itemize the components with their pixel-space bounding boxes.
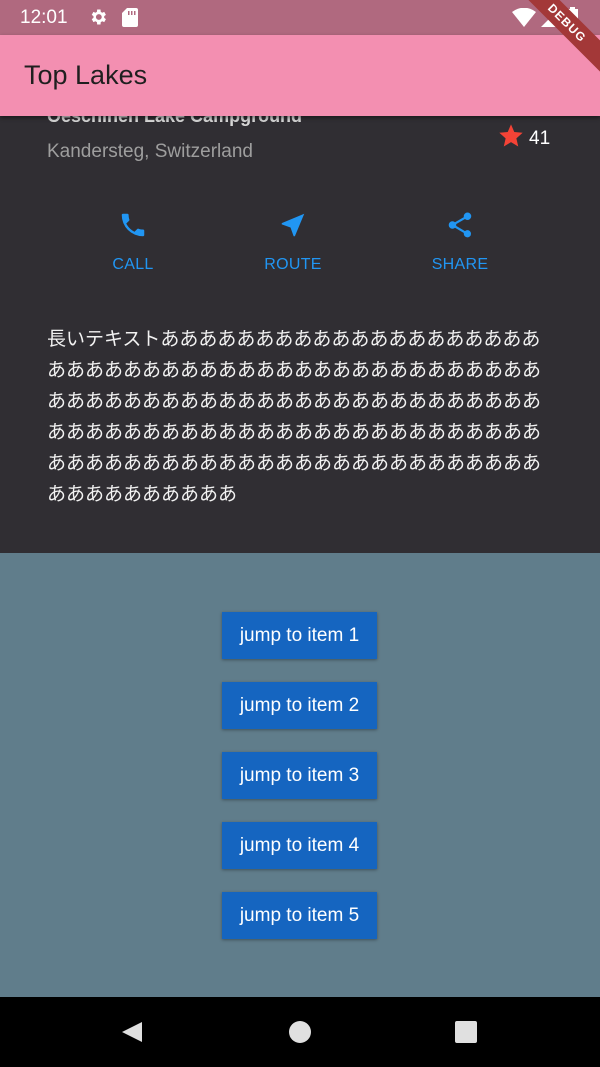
rating-count: 41 bbox=[529, 127, 551, 149]
place-location: Kandersteg, Switzerland bbox=[47, 141, 253, 162]
status-bar: 12:01 bbox=[0, 0, 600, 35]
route-label: ROUTE bbox=[264, 256, 322, 273]
navigation-bar bbox=[0, 997, 600, 1067]
phone-icon bbox=[73, 210, 193, 244]
status-time: 12:01 bbox=[20, 7, 68, 28]
share-button[interactable]: SHARE bbox=[400, 210, 520, 274]
recents-icon[interactable] bbox=[454, 1020, 478, 1049]
app-bar: Top Lakes bbox=[0, 35, 600, 116]
jump-button-panel: jump to item 1 jump to item 2 jump to it… bbox=[0, 553, 600, 997]
place-details: Oeschinen Lake Campground Kandersteg, Sw… bbox=[0, 116, 600, 553]
sd-card-icon bbox=[122, 8, 138, 33]
star-icon bbox=[497, 122, 525, 155]
navigation-icon bbox=[233, 210, 353, 244]
jump-to-item-4-button[interactable]: jump to item 4 bbox=[222, 822, 377, 869]
description-text: 長いテキストああああああああああああああああああああああああああああああああああ… bbox=[47, 328, 542, 505]
share-icon bbox=[400, 210, 520, 244]
route-button[interactable]: ROUTE bbox=[233, 210, 353, 274]
jump-to-item-1-button[interactable]: jump to item 1 bbox=[222, 612, 377, 659]
page-title: Top Lakes bbox=[24, 60, 148, 90]
jump-to-item-2-button[interactable]: jump to item 2 bbox=[222, 682, 377, 729]
jump-to-item-5-button[interactable]: jump to item 5 bbox=[222, 892, 377, 939]
rating: 41 bbox=[497, 122, 550, 155]
back-icon[interactable] bbox=[120, 1020, 144, 1049]
wifi-icon bbox=[512, 7, 536, 33]
call-button[interactable]: CALL bbox=[73, 210, 193, 274]
share-label: SHARE bbox=[431, 256, 489, 273]
place-name: Oeschinen Lake Campground bbox=[47, 116, 303, 126]
jump-to-item-3-button[interactable]: jump to item 3 bbox=[222, 752, 377, 799]
home-icon[interactable] bbox=[288, 1020, 312, 1049]
action-row: CALL ROUTE SHARE bbox=[0, 210, 600, 280]
call-label: CALL bbox=[112, 256, 154, 273]
gear-icon bbox=[88, 7, 108, 33]
